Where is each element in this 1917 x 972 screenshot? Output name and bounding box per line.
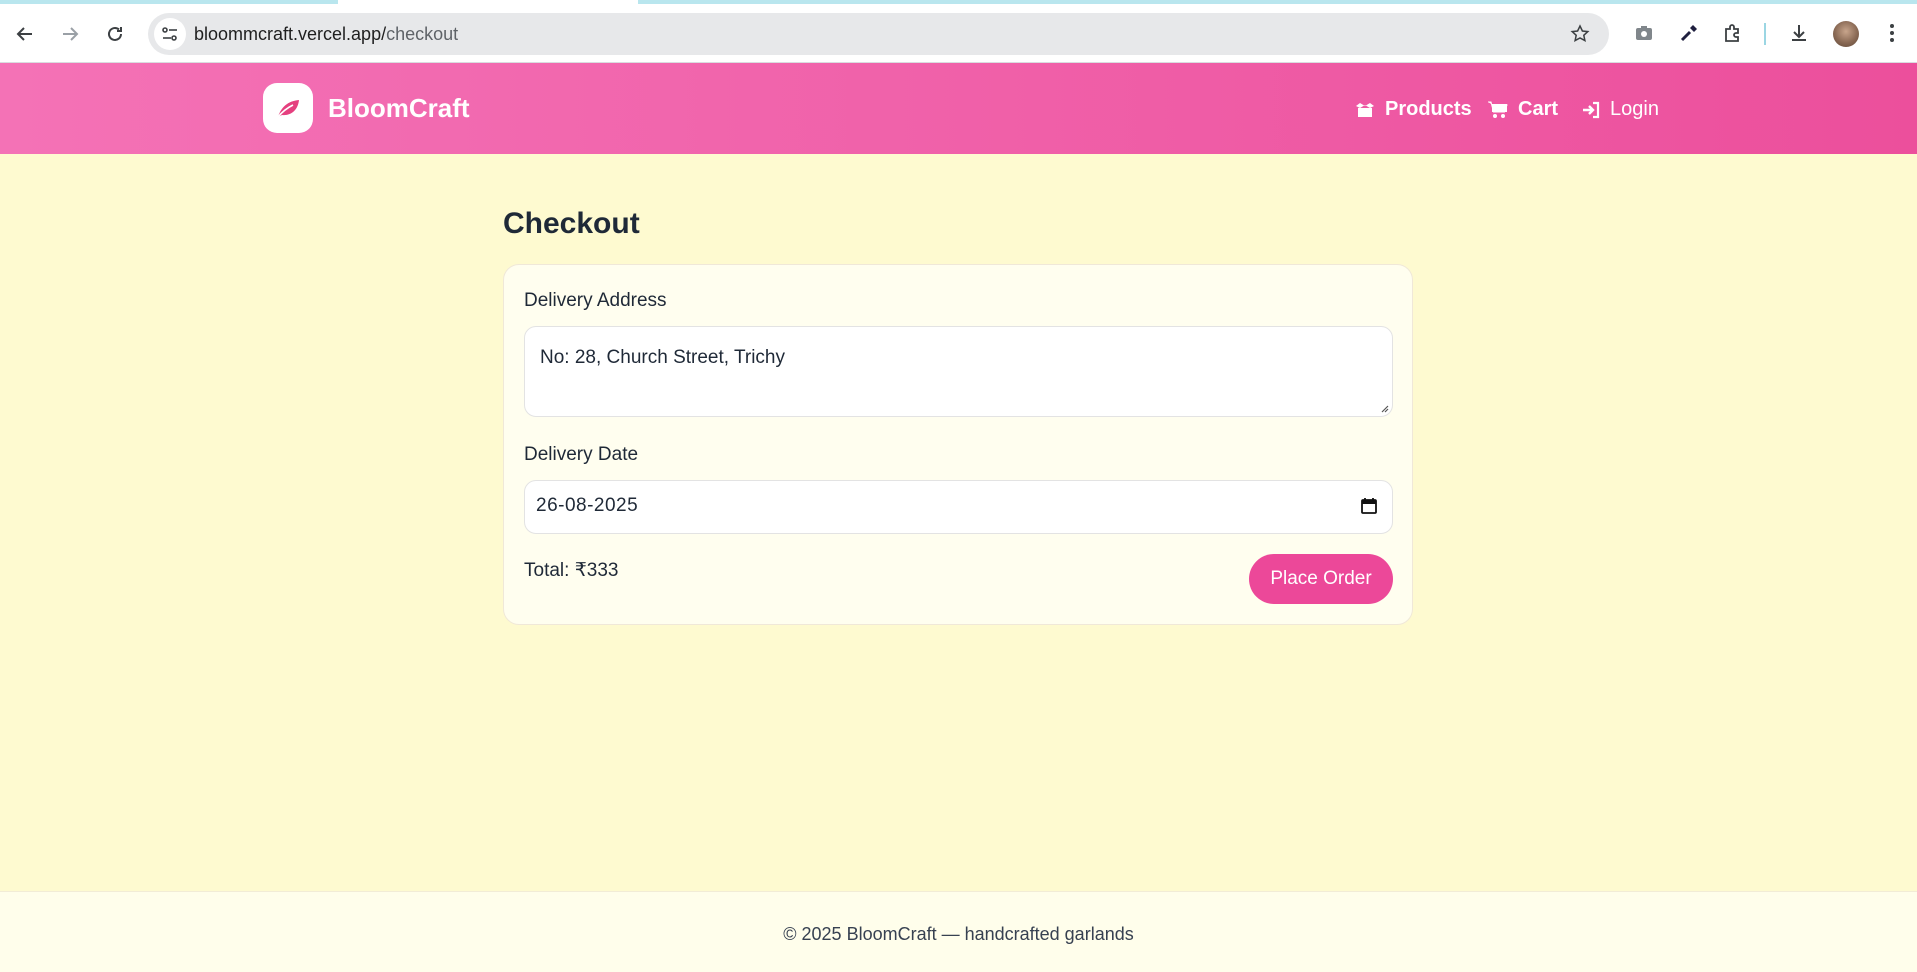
nav-login-label: Login <box>1610 98 1659 120</box>
order-total: Total: ₹333 <box>524 560 619 581</box>
address-label: Delivery Address <box>524 290 667 311</box>
page-title: Checkout <box>503 207 640 240</box>
brand-logo <box>263 83 313 133</box>
date-label: Delivery Date <box>524 444 639 465</box>
download-icon <box>1792 25 1806 41</box>
site-info-button[interactable] <box>154 18 186 50</box>
reload-button[interactable] <box>97 16 133 52</box>
address-value: No: 28, Church Street, Trichy <box>540 347 785 368</box>
nav-products[interactable]: Products <box>1355 98 1472 121</box>
back-button[interactable] <box>7 16 43 52</box>
date-value: 26-08-2025 <box>536 495 639 516</box>
nav-products-label: Products <box>1385 98 1472 120</box>
more-menu-button[interactable] <box>1877 18 1907 48</box>
browser-toolbar: bloommcraft.vercel.app/checkout <box>0 0 1917 63</box>
forward-arrow-icon <box>63 27 79 41</box>
back-arrow-icon <box>16 27 32 41</box>
place-order-button[interactable]: Place Order <box>1249 554 1393 604</box>
login-icon <box>1582 101 1600 119</box>
nav-cart-label: Cart <box>1518 98 1559 120</box>
footer-text: © 2025 BloomCraft — handcrafted garlands <box>783 924 1134 944</box>
brand-name: BloomCraft <box>328 92 470 123</box>
tab-strip <box>0 0 1917 4</box>
address-bar[interactable]: bloommcraft.vercel.app/checkout <box>148 13 1609 55</box>
resize-handle-icon[interactable] <box>1379 403 1389 413</box>
address-textarea[interactable]: No: 28, Church Street, Trichy <box>524 326 1393 417</box>
bookmark-button[interactable] <box>1567 21 1593 47</box>
profile-avatar[interactable] <box>1833 21 1859 47</box>
eyedropper-button[interactable] <box>1674 18 1704 48</box>
camera-icon <box>1636 26 1652 40</box>
reload-icon <box>108 26 122 41</box>
calendar-icon[interactable] <box>1358 495 1380 517</box>
more-menu-icon <box>1890 24 1894 42</box>
box-icon <box>1355 102 1375 118</box>
cart-icon <box>1488 101 1508 119</box>
toolbar-separator <box>1764 23 1766 45</box>
delivery-date-input[interactable]: 26-08-2025 <box>524 480 1393 534</box>
extensions-button[interactable] <box>1718 18 1748 48</box>
site-info-icon <box>162 27 177 41</box>
nav-cart[interactable]: Cart <box>1488 98 1558 121</box>
leaf-icon <box>277 100 299 118</box>
url-text: bloommcraft.vercel.app/checkout <box>194 24 458 45</box>
nav-login[interactable]: Login <box>1582 98 1659 121</box>
camera-button[interactable] <box>1629 18 1659 48</box>
site-header: BloomCraft Products Cart Login <box>0 63 1917 154</box>
downloads-button[interactable] <box>1784 18 1814 48</box>
site-footer: © 2025 BloomCraft — handcrafted garlands <box>0 891 1917 972</box>
checkout-card: Delivery Address No: 28, Church Street, … <box>503 264 1413 625</box>
forward-button[interactable] <box>52 16 88 52</box>
extensions-icon <box>1725 24 1739 42</box>
brand-link[interactable]: BloomCraft <box>263 83 470 133</box>
url-path: checkout <box>386 24 459 44</box>
url-host: bloommcraft.vercel.app/ <box>194 24 387 44</box>
eyedropper-icon <box>1680 25 1697 42</box>
star-icon <box>1570 24 1590 43</box>
